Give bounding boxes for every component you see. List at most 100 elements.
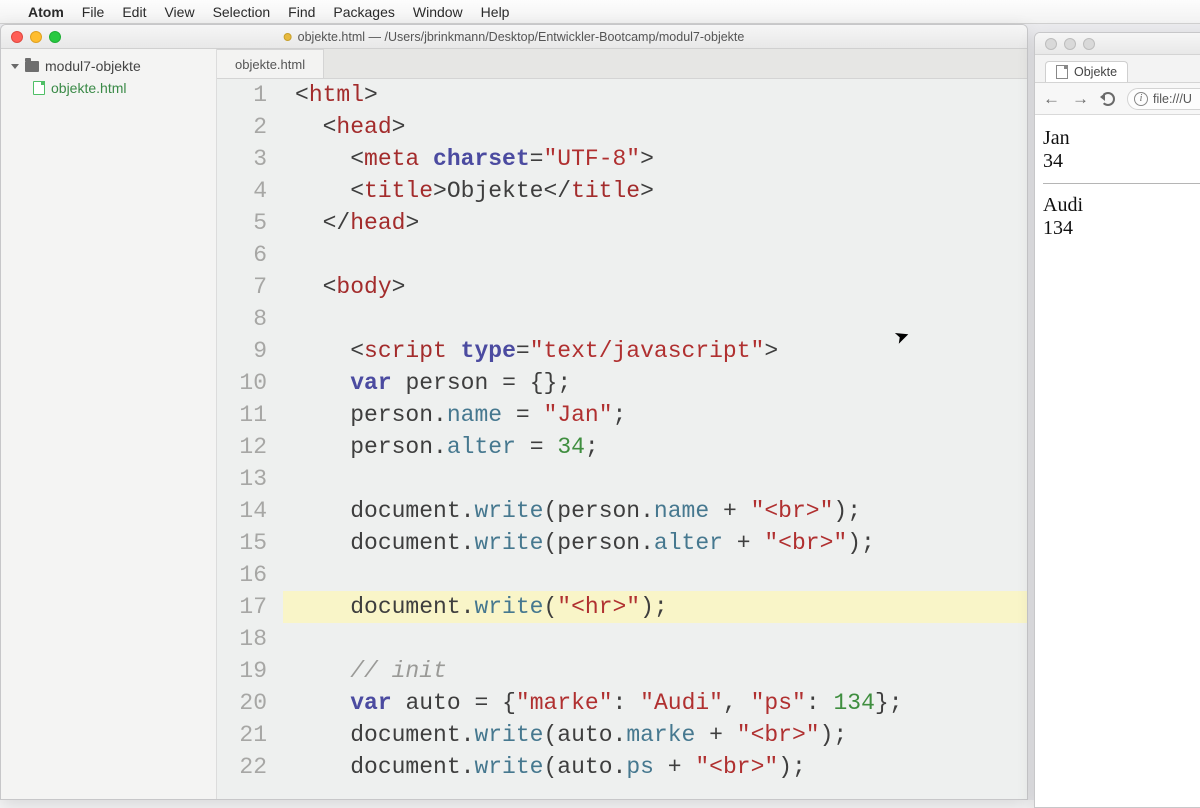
editor-tab-label: objekte.html (235, 57, 305, 72)
line-number: 21 (217, 719, 267, 751)
browser-page-content: Jan 34 Audi 134 (1035, 115, 1200, 807)
output-line: 134 (1043, 217, 1200, 240)
code-line[interactable]: document.write("<hr>"); (283, 591, 1027, 623)
code-line[interactable]: // init (283, 655, 1027, 687)
page-icon (1056, 65, 1068, 79)
line-number: 8 (217, 303, 267, 335)
atom-window-controls (1, 31, 61, 43)
line-number: 11 (217, 399, 267, 431)
line-number: 15 (217, 527, 267, 559)
browser-window: Objekte ← → i file:///U Jan 34 Audi 134 (1034, 32, 1200, 808)
code-line[interactable] (283, 239, 1027, 271)
browser-titlebar[interactable] (1035, 33, 1200, 55)
site-info-icon[interactable]: i (1134, 92, 1148, 106)
output-line: 34 (1043, 150, 1200, 173)
code-line[interactable]: <body> (283, 271, 1027, 303)
menu-packages[interactable]: Packages (333, 4, 394, 20)
browser-tab[interactable]: Objekte (1045, 61, 1128, 82)
line-number: 19 (217, 655, 267, 687)
code-line[interactable]: document.write(auto.marke + "<br>"); (283, 719, 1027, 751)
code-lines[interactable]: ➤ <html> <head> <meta charset="UTF-8"> <… (283, 79, 1027, 799)
code-line[interactable]: var auto = {"marke": "Audi", "ps": 134}; (283, 687, 1027, 719)
forward-button-icon[interactable]: → (1072, 89, 1089, 109)
browser-window-controls (1035, 38, 1095, 50)
output-line: Audi (1043, 194, 1200, 217)
unsaved-indicator-icon (284, 33, 292, 41)
line-number: 16 (217, 559, 267, 591)
code-line[interactable] (283, 303, 1027, 335)
reload-button-icon[interactable] (1101, 92, 1115, 106)
line-number: 10 (217, 367, 267, 399)
code-line[interactable]: document.write(auto.ps + "<br>"); (283, 751, 1027, 783)
code-line[interactable]: <title>Objekte</title> (283, 175, 1027, 207)
code-line[interactable]: person.alter = 34; (283, 431, 1027, 463)
code-line[interactable] (283, 559, 1027, 591)
tree-file[interactable]: objekte.html (1, 77, 216, 99)
atom-window: objekte.html — /Users/jbrinkmann/Desktop… (0, 24, 1028, 800)
output-line: Jan (1043, 127, 1200, 150)
code-line[interactable]: <meta charset="UTF-8"> (283, 143, 1027, 175)
file-tree[interactable]: modul7-objekte objekte.html (1, 49, 217, 799)
line-number: 2 (217, 111, 267, 143)
desktop: objekte.html — /Users/jbrinkmann/Desktop… (0, 24, 1200, 800)
tree-file-label: objekte.html (51, 80, 126, 96)
line-number: 20 (217, 687, 267, 719)
line-number: 13 (217, 463, 267, 495)
line-number: 14 (217, 495, 267, 527)
code-line[interactable]: var person = {}; (283, 367, 1027, 399)
minimize-icon[interactable] (1064, 38, 1076, 50)
line-number: 17 (217, 591, 267, 623)
menu-view[interactable]: View (164, 4, 194, 20)
code-line[interactable]: document.write(person.alter + "<br>"); (283, 527, 1027, 559)
line-number: 4 (217, 175, 267, 207)
code-line[interactable]: <head> (283, 111, 1027, 143)
code-line[interactable]: <script type="text/javascript"> (283, 335, 1027, 367)
browser-tabstrip: Objekte (1035, 55, 1200, 83)
menu-edit[interactable]: Edit (122, 4, 146, 20)
menu-help[interactable]: Help (481, 4, 510, 20)
code-line[interactable]: </head> (283, 207, 1027, 239)
editor-tab[interactable]: objekte.html (217, 49, 324, 78)
code-line[interactable]: person.name = "Jan"; (283, 399, 1027, 431)
address-text: file:///U (1153, 92, 1192, 106)
code-line[interactable] (283, 623, 1027, 655)
code-line[interactable] (283, 463, 1027, 495)
atom-title-text: objekte.html — /Users/jbrinkmann/Desktop… (298, 30, 745, 44)
code-line[interactable]: document.write(person.name + "<br>"); (283, 495, 1027, 527)
line-number: 6 (217, 239, 267, 271)
html-file-icon (33, 81, 45, 95)
tree-root-label: modul7-objekte (45, 58, 141, 74)
browser-toolbar: ← → i file:///U (1035, 83, 1200, 115)
code-editor[interactable]: 12345678910111213141516171819202122 ➤ <h… (217, 79, 1027, 799)
code-line[interactable]: <html> (283, 79, 1027, 111)
zoom-icon[interactable] (1083, 38, 1095, 50)
close-icon[interactable] (11, 31, 23, 43)
line-number: 7 (217, 271, 267, 303)
line-number: 12 (217, 431, 267, 463)
macos-menubar: Atom File Edit View Selection Find Packa… (0, 0, 1200, 24)
minimize-icon[interactable] (30, 31, 42, 43)
menu-selection[interactable]: Selection (213, 4, 271, 20)
line-number-gutter: 12345678910111213141516171819202122 (217, 79, 283, 799)
atom-window-title: objekte.html — /Users/jbrinkmann/Desktop… (284, 30, 745, 44)
output-hr (1043, 183, 1200, 184)
address-bar[interactable]: i file:///U (1127, 88, 1200, 110)
app-name[interactable]: Atom (28, 4, 64, 20)
atom-titlebar[interactable]: objekte.html — /Users/jbrinkmann/Desktop… (1, 25, 1027, 49)
line-number: 9 (217, 335, 267, 367)
zoom-icon[interactable] (49, 31, 61, 43)
back-button-icon[interactable]: ← (1043, 89, 1060, 109)
line-number: 22 (217, 751, 267, 783)
chevron-down-icon[interactable] (11, 64, 19, 69)
folder-icon (25, 61, 39, 72)
line-number: 5 (217, 207, 267, 239)
line-number: 3 (217, 143, 267, 175)
line-number: 18 (217, 623, 267, 655)
editor-pane: objekte.html 123456789101112131415161718… (217, 49, 1027, 799)
close-icon[interactable] (1045, 38, 1057, 50)
tree-root-folder[interactable]: modul7-objekte (1, 55, 216, 77)
menu-find[interactable]: Find (288, 4, 315, 20)
editor-tabbar: objekte.html (217, 49, 1027, 79)
menu-file[interactable]: File (82, 4, 105, 20)
menu-window[interactable]: Window (413, 4, 463, 20)
